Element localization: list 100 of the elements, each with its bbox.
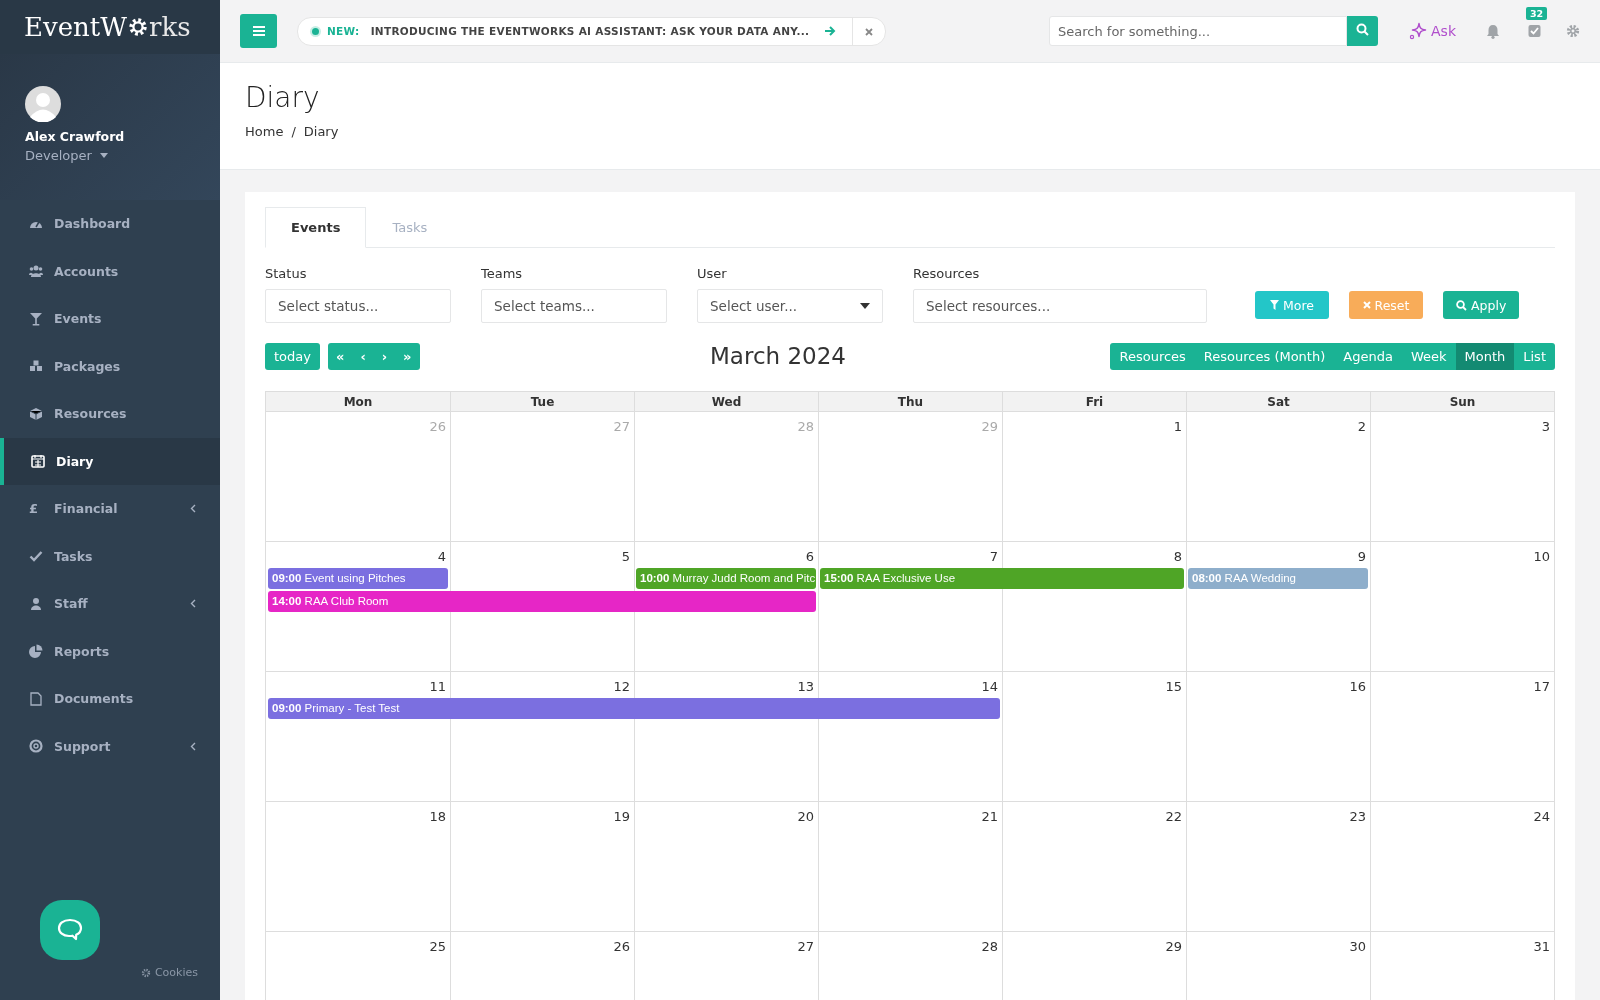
calendar-event[interactable]: 09:00 Primary - Test Test: [268, 698, 1000, 719]
select-field[interactable]: Select user...: [697, 289, 883, 323]
menu-item-icon: [29, 596, 43, 611]
view-button[interactable]: Agenda: [1334, 342, 1402, 370]
navigation-button[interactable]: «: [327, 342, 353, 370]
menu-item-icon: [29, 739, 43, 754]
cookies-link[interactable]: Cookies: [134, 965, 204, 980]
select-field[interactable]: Select teams...: [481, 289, 667, 323]
day-number: 22: [1165, 809, 1182, 824]
day-number: 26: [429, 419, 446, 434]
logo: EventW rks: [0, 0, 220, 54]
day-number: 14: [981, 679, 998, 694]
checkbox-icon[interactable]: [1528, 24, 1542, 38]
navigation-button[interactable]: ›: [373, 342, 396, 370]
menu-icon: [252, 26, 265, 36]
field-label: Teams: [481, 266, 524, 281]
field-label: Resources: [913, 266, 981, 281]
day-number: 28: [797, 419, 814, 434]
more-button[interactable]: More: [1255, 291, 1329, 319]
day-number: 18: [429, 809, 446, 824]
sidebar-item[interactable]: Events: [0, 295, 220, 343]
sidebar-item[interactable]: Resources: [0, 390, 220, 438]
sidebar-item[interactable]: Staff: [0, 580, 220, 628]
day-number: 27: [797, 939, 814, 954]
gear-icon: [127, 16, 149, 38]
calendar-event[interactable]: 09:00 Event using Pitches: [268, 568, 448, 589]
day-number: 12: [613, 679, 630, 694]
day-number: 23: [1349, 809, 1366, 824]
menu-item-icon: [31, 454, 45, 469]
select-field[interactable]: Select resources...: [913, 289, 1207, 323]
caret-icon: [99, 153, 108, 158]
select-field[interactable]: Select status...: [265, 289, 451, 323]
day-number: 31: [1533, 939, 1550, 954]
day-number: 19: [613, 809, 630, 824]
field-label: User: [697, 266, 728, 281]
weekday-header: Thu: [818, 392, 1002, 411]
user-name: Alex Crawford: [25, 129, 126, 144]
day-number: 9: [1357, 549, 1366, 564]
view-button[interactable]: Week: [1401, 342, 1456, 370]
sparkle-icon: [1409, 22, 1427, 40]
sidebar-item[interactable]: Dashboard: [0, 200, 220, 248]
day-number: 7: [989, 549, 998, 564]
sidebar-item[interactable]: Support: [0, 722, 220, 770]
sidebar-item[interactable]: £ Financial: [0, 485, 220, 533]
menu-button[interactable]: [240, 14, 277, 48]
weekday-header: Wed: [634, 392, 818, 411]
day-number: 25: [429, 939, 446, 954]
gear-icon: [140, 967, 151, 978]
search-field[interactable]: Search for something...: [1049, 16, 1347, 46]
announcement-text[interactable]: INTRODUCING THE EVENTWORKS AI ASSISTANT: ASK YOUR DATA ANY...: [370, 25, 810, 37]
tab[interactable]: Tasks: [366, 207, 454, 248]
announcement-tag: NEW:: [327, 25, 360, 37]
bell-icon[interactable]: [1486, 23, 1500, 39]
view-button[interactable]: Resources (Month): [1194, 342, 1335, 370]
arrow-right-icon[interactable]: [825, 26, 837, 36]
role-dropdown[interactable]: Developer: [25, 148, 108, 163]
search-button[interactable]: [1347, 16, 1378, 46]
calendar-event[interactable]: 08:00 RAA Wedding: [1188, 568, 1368, 589]
day-number: 2: [1357, 419, 1366, 434]
view-button[interactable]: Resources: [1110, 342, 1195, 370]
sidebar-item[interactable]: Reports: [0, 627, 220, 675]
ask-button[interactable]: Ask: [1403, 21, 1462, 41]
status-dot-icon: [312, 27, 319, 35]
avatar-icon: [25, 86, 61, 122]
pound-icon: £: [29, 501, 43, 517]
calendar-title: March 2024: [710, 343, 846, 369]
sidebar-item[interactable]: Packages: [0, 342, 220, 390]
day-number: 29: [1165, 939, 1182, 954]
menu-item-icon: [29, 549, 43, 564]
menu-item-icon: [29, 644, 43, 659]
search-icon: [1456, 299, 1467, 311]
weekday-header: Fri: [1002, 392, 1186, 411]
calendar-event[interactable]: 14:00 RAA Club Room: [268, 591, 816, 612]
sidebar-item[interactable]: Diary: [0, 437, 220, 485]
breadcrumb-item[interactable]: Home: [245, 124, 284, 139]
day-number: 4: [437, 549, 446, 564]
day-number: 5: [621, 549, 630, 564]
breadcrumb-item: Diary: [303, 124, 339, 139]
weekday-header: Sun: [1370, 392, 1554, 411]
close-icon: [865, 27, 874, 36]
sidebar-item[interactable]: Accounts: [0, 247, 220, 295]
today-button[interactable]: today: [265, 342, 320, 370]
calendar-event[interactable]: 10:00 Murray Judd Room and Pitc: [636, 568, 816, 589]
settings-icon[interactable]: [1566, 24, 1580, 38]
calendar-event[interactable]: 15:00 RAA Exclusive Use: [820, 568, 1184, 589]
chat-button[interactable]: [40, 900, 100, 960]
day-number: 6: [805, 549, 814, 564]
navigation-button[interactable]: »: [395, 342, 420, 370]
apply-button[interactable]: Apply: [1443, 291, 1520, 319]
sidebar-item[interactable]: Documents: [0, 675, 220, 723]
view-button[interactable]: Month: [1455, 342, 1515, 370]
weekday-header: Mon: [342, 394, 374, 411]
view-button[interactable]: List: [1514, 342, 1555, 370]
count-badge: 32: [1526, 7, 1548, 20]
day-number: 11: [429, 679, 446, 694]
day-number: 16: [1349, 679, 1366, 694]
navigation-button[interactable]: ‹: [352, 342, 374, 370]
tab[interactable]: Events: [265, 207, 367, 248]
sidebar-item[interactable]: Tasks: [0, 532, 220, 580]
weekday-header: Sat: [1186, 392, 1370, 411]
